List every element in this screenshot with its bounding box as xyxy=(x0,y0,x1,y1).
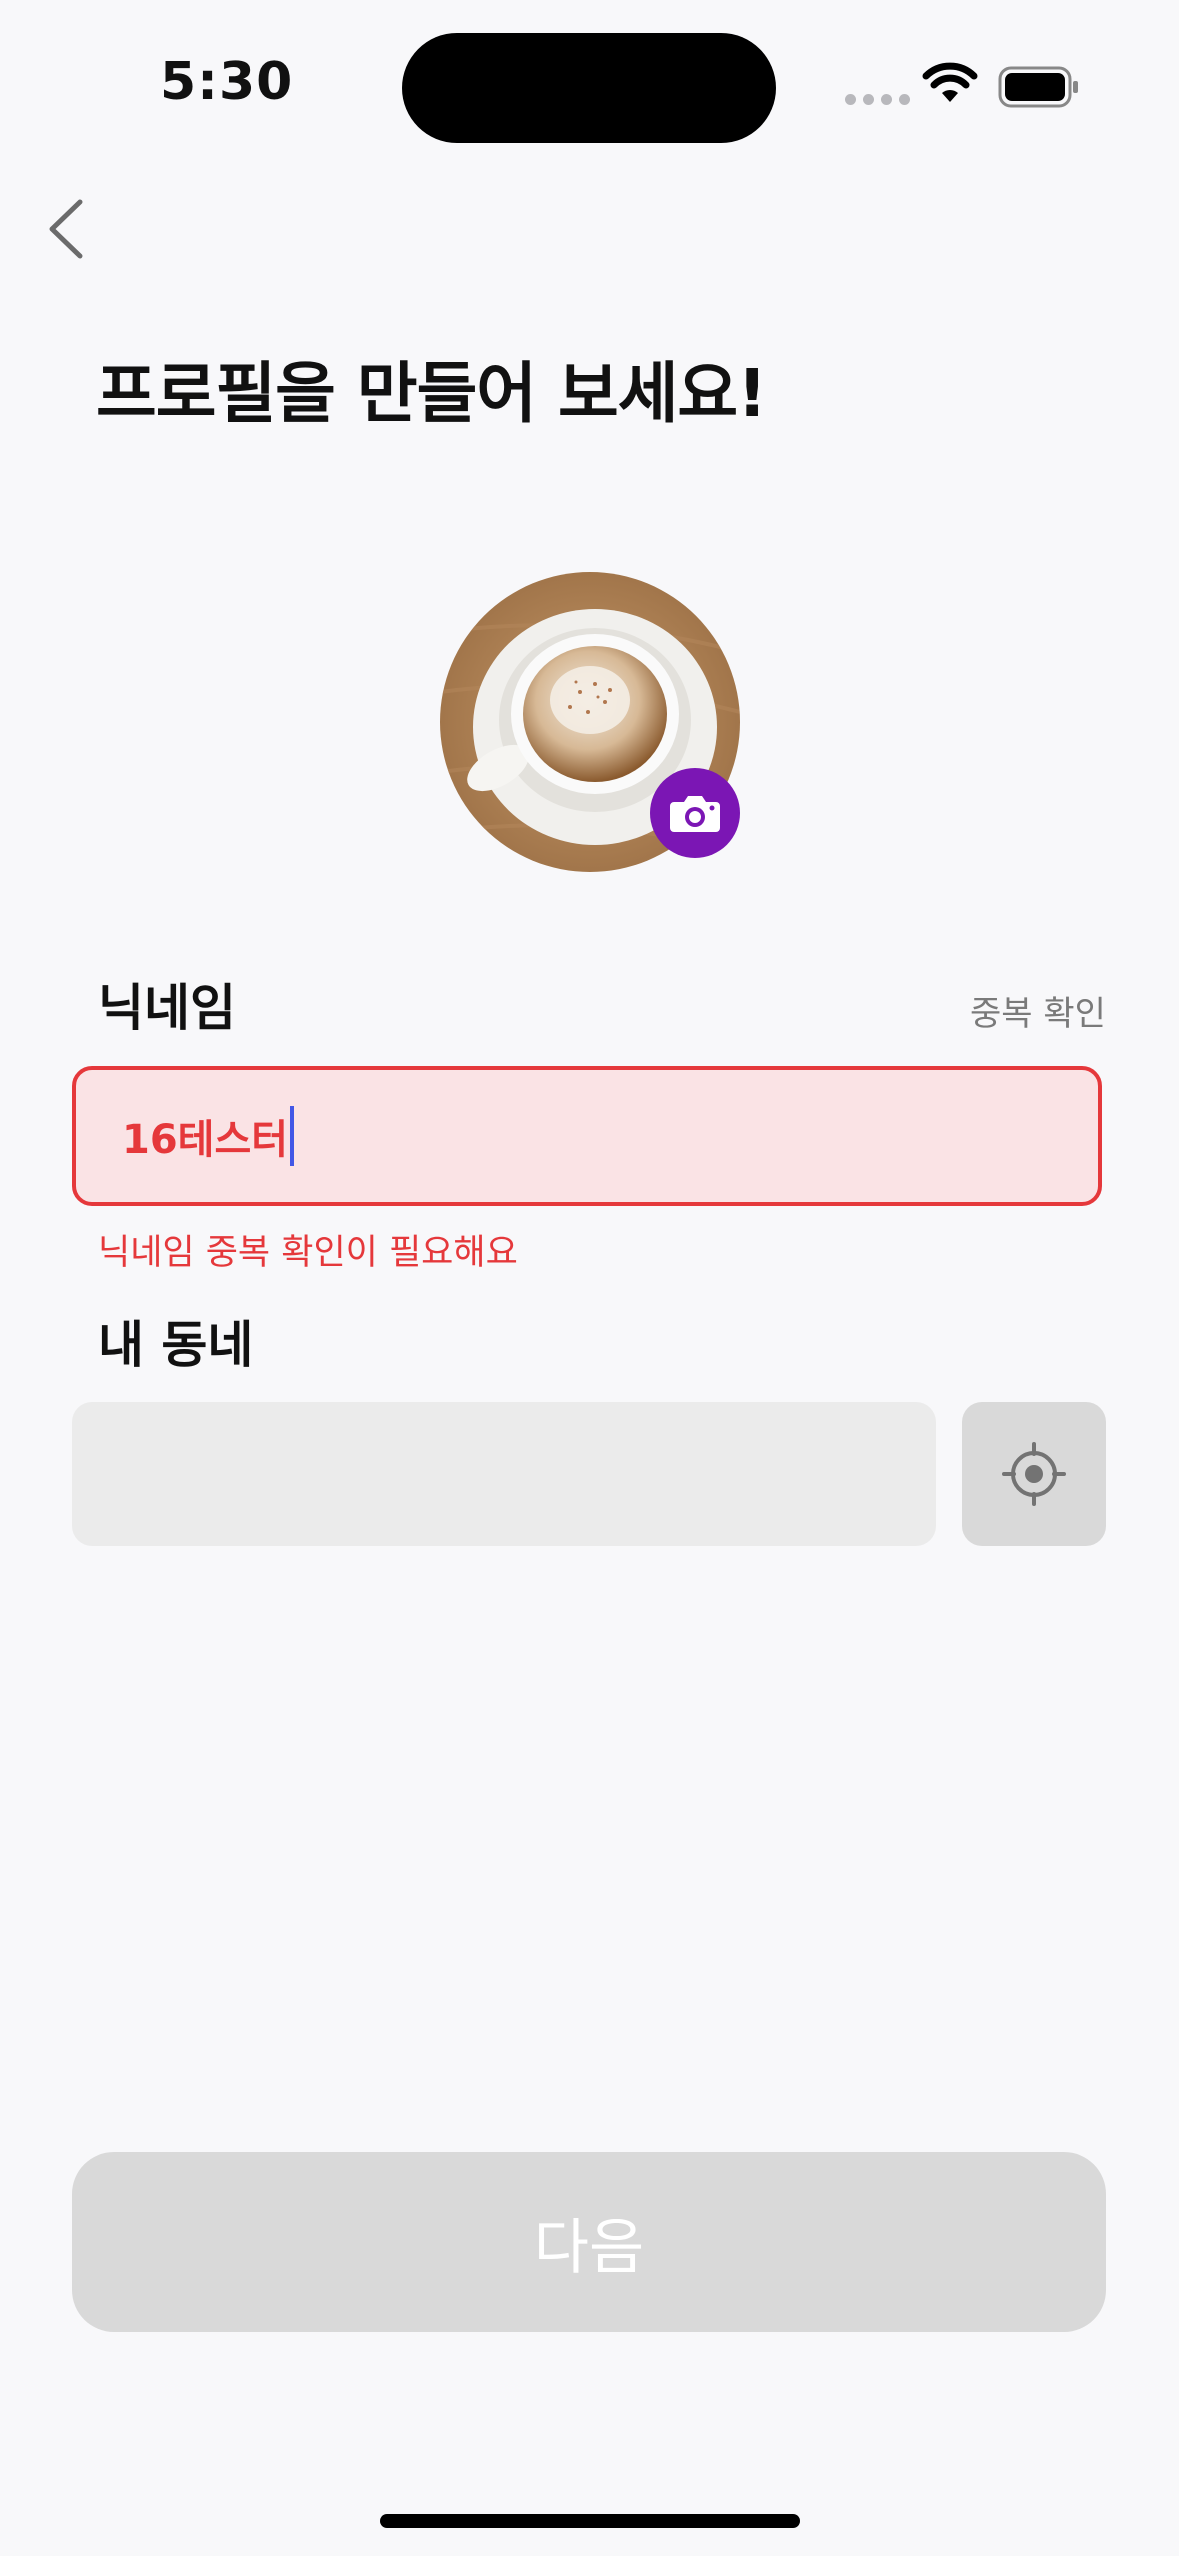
neighborhood-input[interactable] xyxy=(72,1402,936,1546)
home-indicator xyxy=(380,2514,800,2528)
crosshair-location-icon xyxy=(1002,1442,1066,1506)
next-button[interactable]: 다음 xyxy=(72,2152,1106,2332)
cellular-signal-icon xyxy=(845,94,910,105)
current-location-button[interactable] xyxy=(962,1402,1106,1546)
camera-icon xyxy=(670,796,720,832)
page-title: 프로필을 만들어 보세요! xyxy=(96,355,767,432)
wifi-icon xyxy=(922,62,978,102)
change-photo-button[interactable] xyxy=(650,768,740,858)
nickname-value: 16테스터 xyxy=(122,1117,289,1163)
back-chevron-icon[interactable] xyxy=(44,196,88,262)
nickname-error-message: 닉네임 중복 확인이 필요해요 xyxy=(98,1233,518,1273)
duplicate-check-button[interactable]: 중복 확인 xyxy=(970,986,1106,1035)
nickname-label: 닉네임 xyxy=(98,979,236,1037)
status-time: 5:30 xyxy=(160,52,294,112)
battery-icon xyxy=(998,66,1078,108)
text-cursor xyxy=(290,1106,295,1166)
neighborhood-label: 내 동네 xyxy=(98,1316,254,1374)
dynamic-island xyxy=(402,33,776,143)
nickname-input[interactable]: 16테스터 xyxy=(72,1066,1102,1206)
